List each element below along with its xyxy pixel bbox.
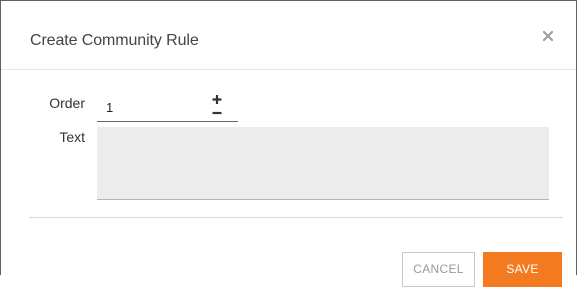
- text-area[interactable]: [97, 127, 549, 200]
- order-decrement-button[interactable]: [206, 107, 228, 120]
- save-button[interactable]: SAVE: [483, 252, 562, 287]
- create-community-rule-dialog: Create Community Rule Order 1 Text CANCE…: [0, 0, 577, 287]
- dialog-header: Create Community Rule: [1, 1, 576, 70]
- order-label: Order: [49, 95, 85, 111]
- order-increment-button[interactable]: [206, 93, 228, 106]
- text-label: Text: [59, 129, 85, 145]
- cancel-button[interactable]: CANCEL: [402, 252, 475, 287]
- order-stepper: [206, 93, 228, 121]
- plus-icon: [212, 95, 222, 104]
- order-value: 1: [106, 100, 114, 115]
- minus-icon: [212, 111, 222, 115]
- close-button[interactable]: [541, 29, 555, 43]
- dialog-title: Create Community Rule: [30, 32, 199, 49]
- close-icon: [542, 30, 554, 42]
- footer-divider: [29, 217, 563, 218]
